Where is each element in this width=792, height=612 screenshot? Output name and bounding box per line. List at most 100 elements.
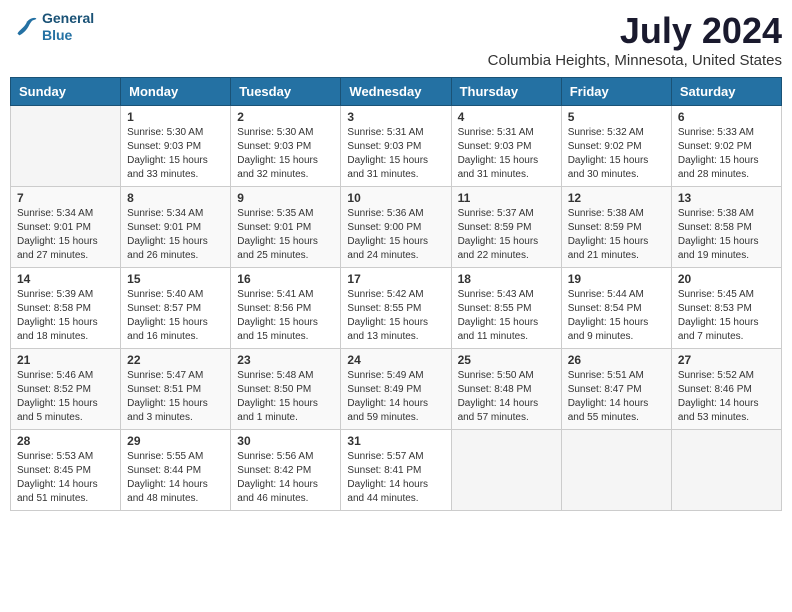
day-info: Sunrise: 5:34 AM Sunset: 9:01 PM Dayligh… [127,207,224,263]
day-info: Sunrise: 5:57 AM Sunset: 8:41 PM Dayligh… [347,450,444,506]
day-info: Sunrise: 5:47 AM Sunset: 8:51 PM Dayligh… [127,369,224,425]
day-info: Sunrise: 5:42 AM Sunset: 8:55 PM Dayligh… [347,288,444,344]
day-number: 7 [17,191,114,205]
day-number: 11 [458,191,555,205]
week-row-2: 7 Sunrise: 5:34 AM Sunset: 9:01 PM Daylig… [11,187,782,268]
day-number: 12 [568,191,665,205]
day-number: 15 [127,272,224,286]
day-header-wednesday: Wednesday [341,78,451,106]
calendar-cell [11,106,121,187]
day-number: 18 [458,272,555,286]
day-info: Sunrise: 5:45 AM Sunset: 8:53 PM Dayligh… [678,288,775,344]
week-row-1: 1 Sunrise: 5:30 AM Sunset: 9:03 PM Daylig… [11,106,782,187]
day-number: 23 [237,353,334,367]
day-number: 27 [678,353,775,367]
calendar-header-row: SundayMondayTuesdayWednesdayThursdayFrid… [11,78,782,106]
day-info: Sunrise: 5:34 AM Sunset: 9:01 PM Dayligh… [17,207,114,263]
day-number: 17 [347,272,444,286]
day-number: 26 [568,353,665,367]
day-number: 31 [347,434,444,448]
day-number: 8 [127,191,224,205]
day-number: 5 [568,110,665,124]
calendar-cell: 30 Sunrise: 5:56 AM Sunset: 8:42 PM Dayli… [231,430,341,511]
week-row-4: 21 Sunrise: 5:46 AM Sunset: 8:52 PM Dayli… [11,349,782,430]
calendar-cell: 14Sunrise: 5:39 AM Sunset: 8:58 PM Dayli… [11,268,121,349]
calendar-cell: 20 Sunrise: 5:45 AM Sunset: 8:53 PM Dayli… [671,268,781,349]
title-block: July 2024 Columbia Heights, Minnesota, U… [488,10,782,69]
day-header-monday: Monday [121,78,231,106]
calendar-cell: 8 Sunrise: 5:34 AM Sunset: 9:01 PM Daylig… [121,187,231,268]
month-title: July 2024 [488,10,782,52]
day-header-saturday: Saturday [671,78,781,106]
logo: General Blue [10,10,94,44]
day-number: 28 [17,434,114,448]
calendar-cell: 27 Sunrise: 5:52 AM Sunset: 8:46 PM Dayli… [671,349,781,430]
day-info: Sunrise: 5:53 AM Sunset: 8:45 PM Dayligh… [17,450,114,506]
day-info: Sunrise: 5:48 AM Sunset: 8:50 PM Dayligh… [237,369,334,425]
day-info: Sunrise: 5:46 AM Sunset: 8:52 PM Dayligh… [17,369,114,425]
week-row-3: 14Sunrise: 5:39 AM Sunset: 8:58 PM Dayli… [11,268,782,349]
calendar-cell: 29 Sunrise: 5:55 AM Sunset: 8:44 PM Dayli… [121,430,231,511]
calendar-cell: 6 Sunrise: 5:33 AM Sunset: 9:02 PM Daylig… [671,106,781,187]
calendar-cell: 21 Sunrise: 5:46 AM Sunset: 8:52 PM Dayli… [11,349,121,430]
logo-text: General Blue [42,10,94,44]
day-info: Sunrise: 5:30 AM Sunset: 9:03 PM Dayligh… [127,126,224,182]
day-info: Sunrise: 5:49 AM Sunset: 8:49 PM Dayligh… [347,369,444,425]
calendar-cell: 17 Sunrise: 5:42 AM Sunset: 8:55 PM Dayli… [341,268,451,349]
day-info: Sunrise: 5:35 AM Sunset: 9:01 PM Dayligh… [237,207,334,263]
day-info: Sunrise: 5:51 AM Sunset: 8:47 PM Dayligh… [568,369,665,425]
calendar-cell: 18Sunrise: 5:43 AM Sunset: 8:55 PM Dayli… [451,268,561,349]
day-number: 9 [237,191,334,205]
calendar-cell: 13Sunrise: 5:38 AM Sunset: 8:58 PM Dayli… [671,187,781,268]
day-number: 1 [127,110,224,124]
calendar-cell [561,430,671,511]
calendar-cell: 1 Sunrise: 5:30 AM Sunset: 9:03 PM Daylig… [121,106,231,187]
day-info: Sunrise: 5:38 AM Sunset: 8:58 PM Dayligh… [678,207,775,263]
day-number: 3 [347,110,444,124]
day-number: 4 [458,110,555,124]
day-number: 2 [237,110,334,124]
day-info: Sunrise: 5:44 AM Sunset: 8:54 PM Dayligh… [568,288,665,344]
logo-icon [10,13,38,41]
day-info: Sunrise: 5:31 AM Sunset: 9:03 PM Dayligh… [347,126,444,182]
day-info: Sunrise: 5:31 AM Sunset: 9:03 PM Dayligh… [458,126,555,182]
day-number: 6 [678,110,775,124]
day-info: Sunrise: 5:41 AM Sunset: 8:56 PM Dayligh… [237,288,334,344]
day-header-thursday: Thursday [451,78,561,106]
calendar-cell: 5 Sunrise: 5:32 AM Sunset: 9:02 PM Daylig… [561,106,671,187]
day-number: 20 [678,272,775,286]
day-number: 19 [568,272,665,286]
calendar-cell: 12 Sunrise: 5:38 AM Sunset: 8:59 PM Dayli… [561,187,671,268]
day-number: 24 [347,353,444,367]
day-info: Sunrise: 5:55 AM Sunset: 8:44 PM Dayligh… [127,450,224,506]
calendar-cell: 25 Sunrise: 5:50 AM Sunset: 8:48 PM Dayli… [451,349,561,430]
day-info: Sunrise: 5:36 AM Sunset: 9:00 PM Dayligh… [347,207,444,263]
day-info: Sunrise: 5:38 AM Sunset: 8:59 PM Dayligh… [568,207,665,263]
calendar-cell: 11 Sunrise: 5:37 AM Sunset: 8:59 PM Dayli… [451,187,561,268]
day-info: Sunrise: 5:32 AM Sunset: 9:02 PM Dayligh… [568,126,665,182]
day-info: Sunrise: 5:33 AM Sunset: 9:02 PM Dayligh… [678,126,775,182]
day-number: 22 [127,353,224,367]
calendar-cell: 16Sunrise: 5:41 AM Sunset: 8:56 PM Dayli… [231,268,341,349]
calendar-cell: 24 Sunrise: 5:49 AM Sunset: 8:49 PM Dayli… [341,349,451,430]
day-number: 10 [347,191,444,205]
page-header: General Blue July 2024 Columbia Heights,… [10,10,782,69]
day-info: Sunrise: 5:30 AM Sunset: 9:03 PM Dayligh… [237,126,334,182]
day-number: 29 [127,434,224,448]
calendar-cell: 15Sunrise: 5:40 AM Sunset: 8:57 PM Dayli… [121,268,231,349]
day-info: Sunrise: 5:52 AM Sunset: 8:46 PM Dayligh… [678,369,775,425]
day-info: Sunrise: 5:50 AM Sunset: 8:48 PM Dayligh… [458,369,555,425]
day-info: Sunrise: 5:37 AM Sunset: 8:59 PM Dayligh… [458,207,555,263]
week-row-5: 28 Sunrise: 5:53 AM Sunset: 8:45 PM Dayli… [11,430,782,511]
day-header-tuesday: Tuesday [231,78,341,106]
calendar-cell: 4 Sunrise: 5:31 AM Sunset: 9:03 PM Daylig… [451,106,561,187]
day-number: 25 [458,353,555,367]
day-info: Sunrise: 5:39 AM Sunset: 8:58 PM Dayligh… [17,288,114,344]
day-number: 30 [237,434,334,448]
calendar-cell: 19 Sunrise: 5:44 AM Sunset: 8:54 PM Dayli… [561,268,671,349]
day-number: 21 [17,353,114,367]
day-info: Sunrise: 5:56 AM Sunset: 8:42 PM Dayligh… [237,450,334,506]
calendar-cell: 7 Sunrise: 5:34 AM Sunset: 9:01 PM Daylig… [11,187,121,268]
calendar-cell: 10 Sunrise: 5:36 AM Sunset: 9:00 PM Dayli… [341,187,451,268]
calendar-cell: 3 Sunrise: 5:31 AM Sunset: 9:03 PM Daylig… [341,106,451,187]
